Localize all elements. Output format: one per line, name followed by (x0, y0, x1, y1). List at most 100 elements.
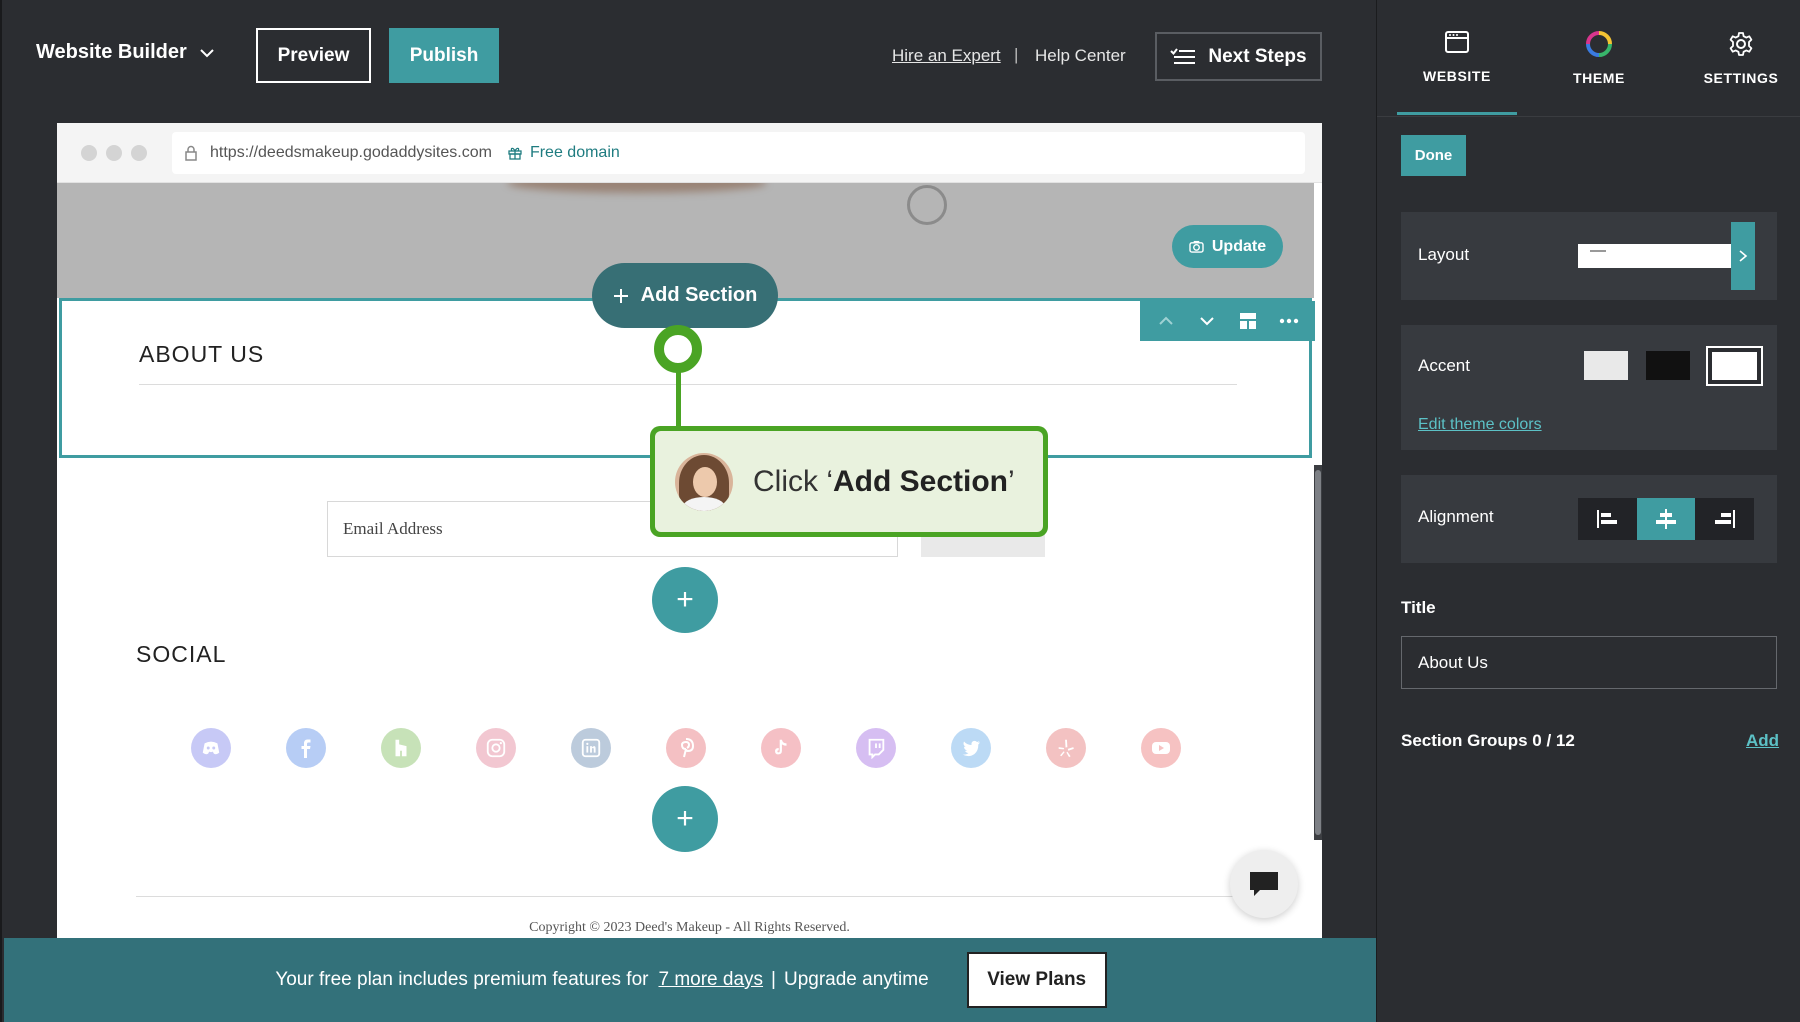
divider (136, 896, 1234, 897)
add-section-button[interactable]: Add Section (592, 263, 778, 328)
chat-button[interactable] (1230, 850, 1298, 918)
about-title: ABOUT US (139, 341, 265, 367)
move-up-icon[interactable] (1156, 311, 1176, 331)
copyright-text: Copyright © 2023 Deed's Makeup - All Rig… (529, 920, 850, 935)
next-steps-label: Next Steps (1208, 45, 1307, 67)
accent-swatch-light[interactable] (1584, 351, 1628, 380)
yelp-icon[interactable] (1046, 728, 1086, 768)
free-domain-label: Free domain (529, 144, 620, 161)
add-block-button[interactable]: + (652, 567, 718, 633)
tab-theme[interactable]: THEME (1539, 0, 1659, 115)
edit-theme-colors-link[interactable]: Edit theme colors (1418, 416, 1542, 434)
gear-icon (1729, 31, 1753, 56)
callout-target-ring (654, 325, 702, 373)
website-builder-menu[interactable]: Website Builder (36, 41, 215, 64)
update-label: Update (1211, 237, 1267, 255)
callout-connector (676, 372, 681, 428)
camera-icon (1189, 240, 1204, 253)
align-right-button[interactable] (1695, 498, 1754, 540)
add-block-button[interactable]: + (652, 786, 718, 852)
alignment-card: Alignment (1401, 475, 1777, 563)
youtube-icon[interactable] (1141, 728, 1181, 768)
align-left-icon (1597, 510, 1618, 528)
url-text: https://deedsmakeup.godaddysites.com (210, 144, 492, 161)
tiktok-icon[interactable] (761, 728, 801, 768)
editor-canvas: Website Builder Preview Publish Hire an … (0, 0, 1378, 1022)
houzz-icon[interactable] (381, 728, 421, 768)
align-center-icon (1656, 509, 1676, 529)
lock-icon (185, 145, 197, 161)
browser-chrome: https://deedsmakeup.godaddysites.com Fre… (57, 123, 1322, 183)
days-remaining-link[interactable]: 7 more days (658, 969, 763, 991)
accent-card: Accent Edit theme colors (1401, 325, 1777, 450)
divider (139, 384, 1237, 385)
section-groups-label: Section Groups 0 / 12 (1401, 731, 1575, 750)
plus-icon (613, 288, 628, 303)
next-steps-button[interactable]: Next Steps (1155, 32, 1322, 81)
done-button[interactable]: Done (1401, 135, 1466, 176)
browser-window-icon (1445, 31, 1469, 53)
layout-label: Layout (1418, 245, 1470, 264)
linkedin-icon[interactable] (571, 728, 611, 768)
free-plan-banner: Your free plan includes premium features… (4, 938, 1378, 1022)
instagram-icon[interactable] (476, 728, 516, 768)
tab-theme-label: THEME (1573, 69, 1625, 86)
social-title: SOCIAL (136, 641, 227, 667)
title-input[interactable] (1401, 636, 1777, 689)
more-options-icon[interactable] (1279, 311, 1299, 331)
update-image-button[interactable]: Update (1172, 225, 1283, 268)
chat-bubble-icon (1250, 872, 1278, 896)
publish-button[interactable]: Publish (389, 28, 499, 83)
align-center-button[interactable] (1636, 498, 1696, 540)
callout-body: Click ‘Add Section’ (655, 431, 1043, 532)
layout-next-button[interactable] (1731, 222, 1755, 290)
divider (1377, 116, 1800, 117)
align-left-button[interactable] (1578, 498, 1637, 540)
color-wheel-icon (1586, 30, 1612, 57)
avatar (675, 452, 733, 511)
banner-separator: | (771, 969, 776, 990)
gift-icon (508, 147, 522, 160)
add-section-label: Add Section (640, 284, 758, 306)
tab-website-label: WEBSITE (1423, 68, 1491, 84)
properties-panel: WEBSITE THEME SETTINGS Done Layout Accen… (1376, 0, 1800, 1022)
top-bar: Website Builder Preview Publish Hire an … (2, 0, 1378, 112)
checklist-icon (1170, 47, 1196, 64)
layout-grid-icon[interactable] (1238, 311, 1258, 331)
plan-text: Your free plan includes premium features… (275, 969, 649, 990)
twitter-icon[interactable] (951, 728, 991, 768)
chevron-right-icon (1739, 250, 1748, 262)
upgrade-text: Upgrade anytime (783, 969, 929, 990)
section-toolbar (1140, 301, 1315, 341)
brand-label: Website Builder (36, 41, 187, 63)
scrollbar-thumb[interactable] (1315, 470, 1321, 835)
tab-settings-label: SETTINGS (1703, 69, 1779, 86)
title-label: Title (1401, 598, 1436, 617)
tab-website[interactable]: WEBSITE (1397, 0, 1517, 115)
discord-icon[interactable] (191, 728, 231, 768)
window-dot (81, 145, 97, 161)
layout-preview[interactable] (1578, 244, 1735, 268)
hire-expert-link[interactable]: Hire an Expert (892, 46, 1001, 66)
tutorial-callout: Click ‘Add Section’ (650, 426, 1048, 537)
move-down-icon[interactable] (1197, 311, 1217, 331)
accent-swatch-dark[interactable] (1646, 351, 1690, 380)
alignment-toggle-group (1578, 498, 1754, 540)
alignment-label: Alignment (1418, 507, 1494, 526)
pinterest-icon[interactable] (666, 728, 706, 768)
url-bar: https://deedsmakeup.godaddysites.com Fre… (172, 132, 1305, 174)
view-plans-button[interactable]: View Plans (966, 952, 1107, 1008)
help-center-link[interactable]: Help Center (1035, 46, 1126, 66)
add-section-group-link[interactable]: Add (1746, 731, 1779, 751)
layout-card: Layout (1401, 212, 1777, 300)
window-dot (106, 145, 122, 161)
free-domain-link[interactable]: Free domain (508, 144, 620, 162)
twitch-icon[interactable] (856, 728, 896, 768)
accent-label: Accent (1418, 356, 1470, 375)
window-dot (131, 145, 147, 161)
tab-settings[interactable]: SETTINGS (1681, 0, 1800, 115)
align-right-icon (1714, 510, 1735, 528)
preview-button[interactable]: Preview (256, 28, 371, 83)
facebook-icon[interactable] (286, 728, 326, 768)
accent-swatch-white-selected[interactable] (1706, 346, 1763, 386)
